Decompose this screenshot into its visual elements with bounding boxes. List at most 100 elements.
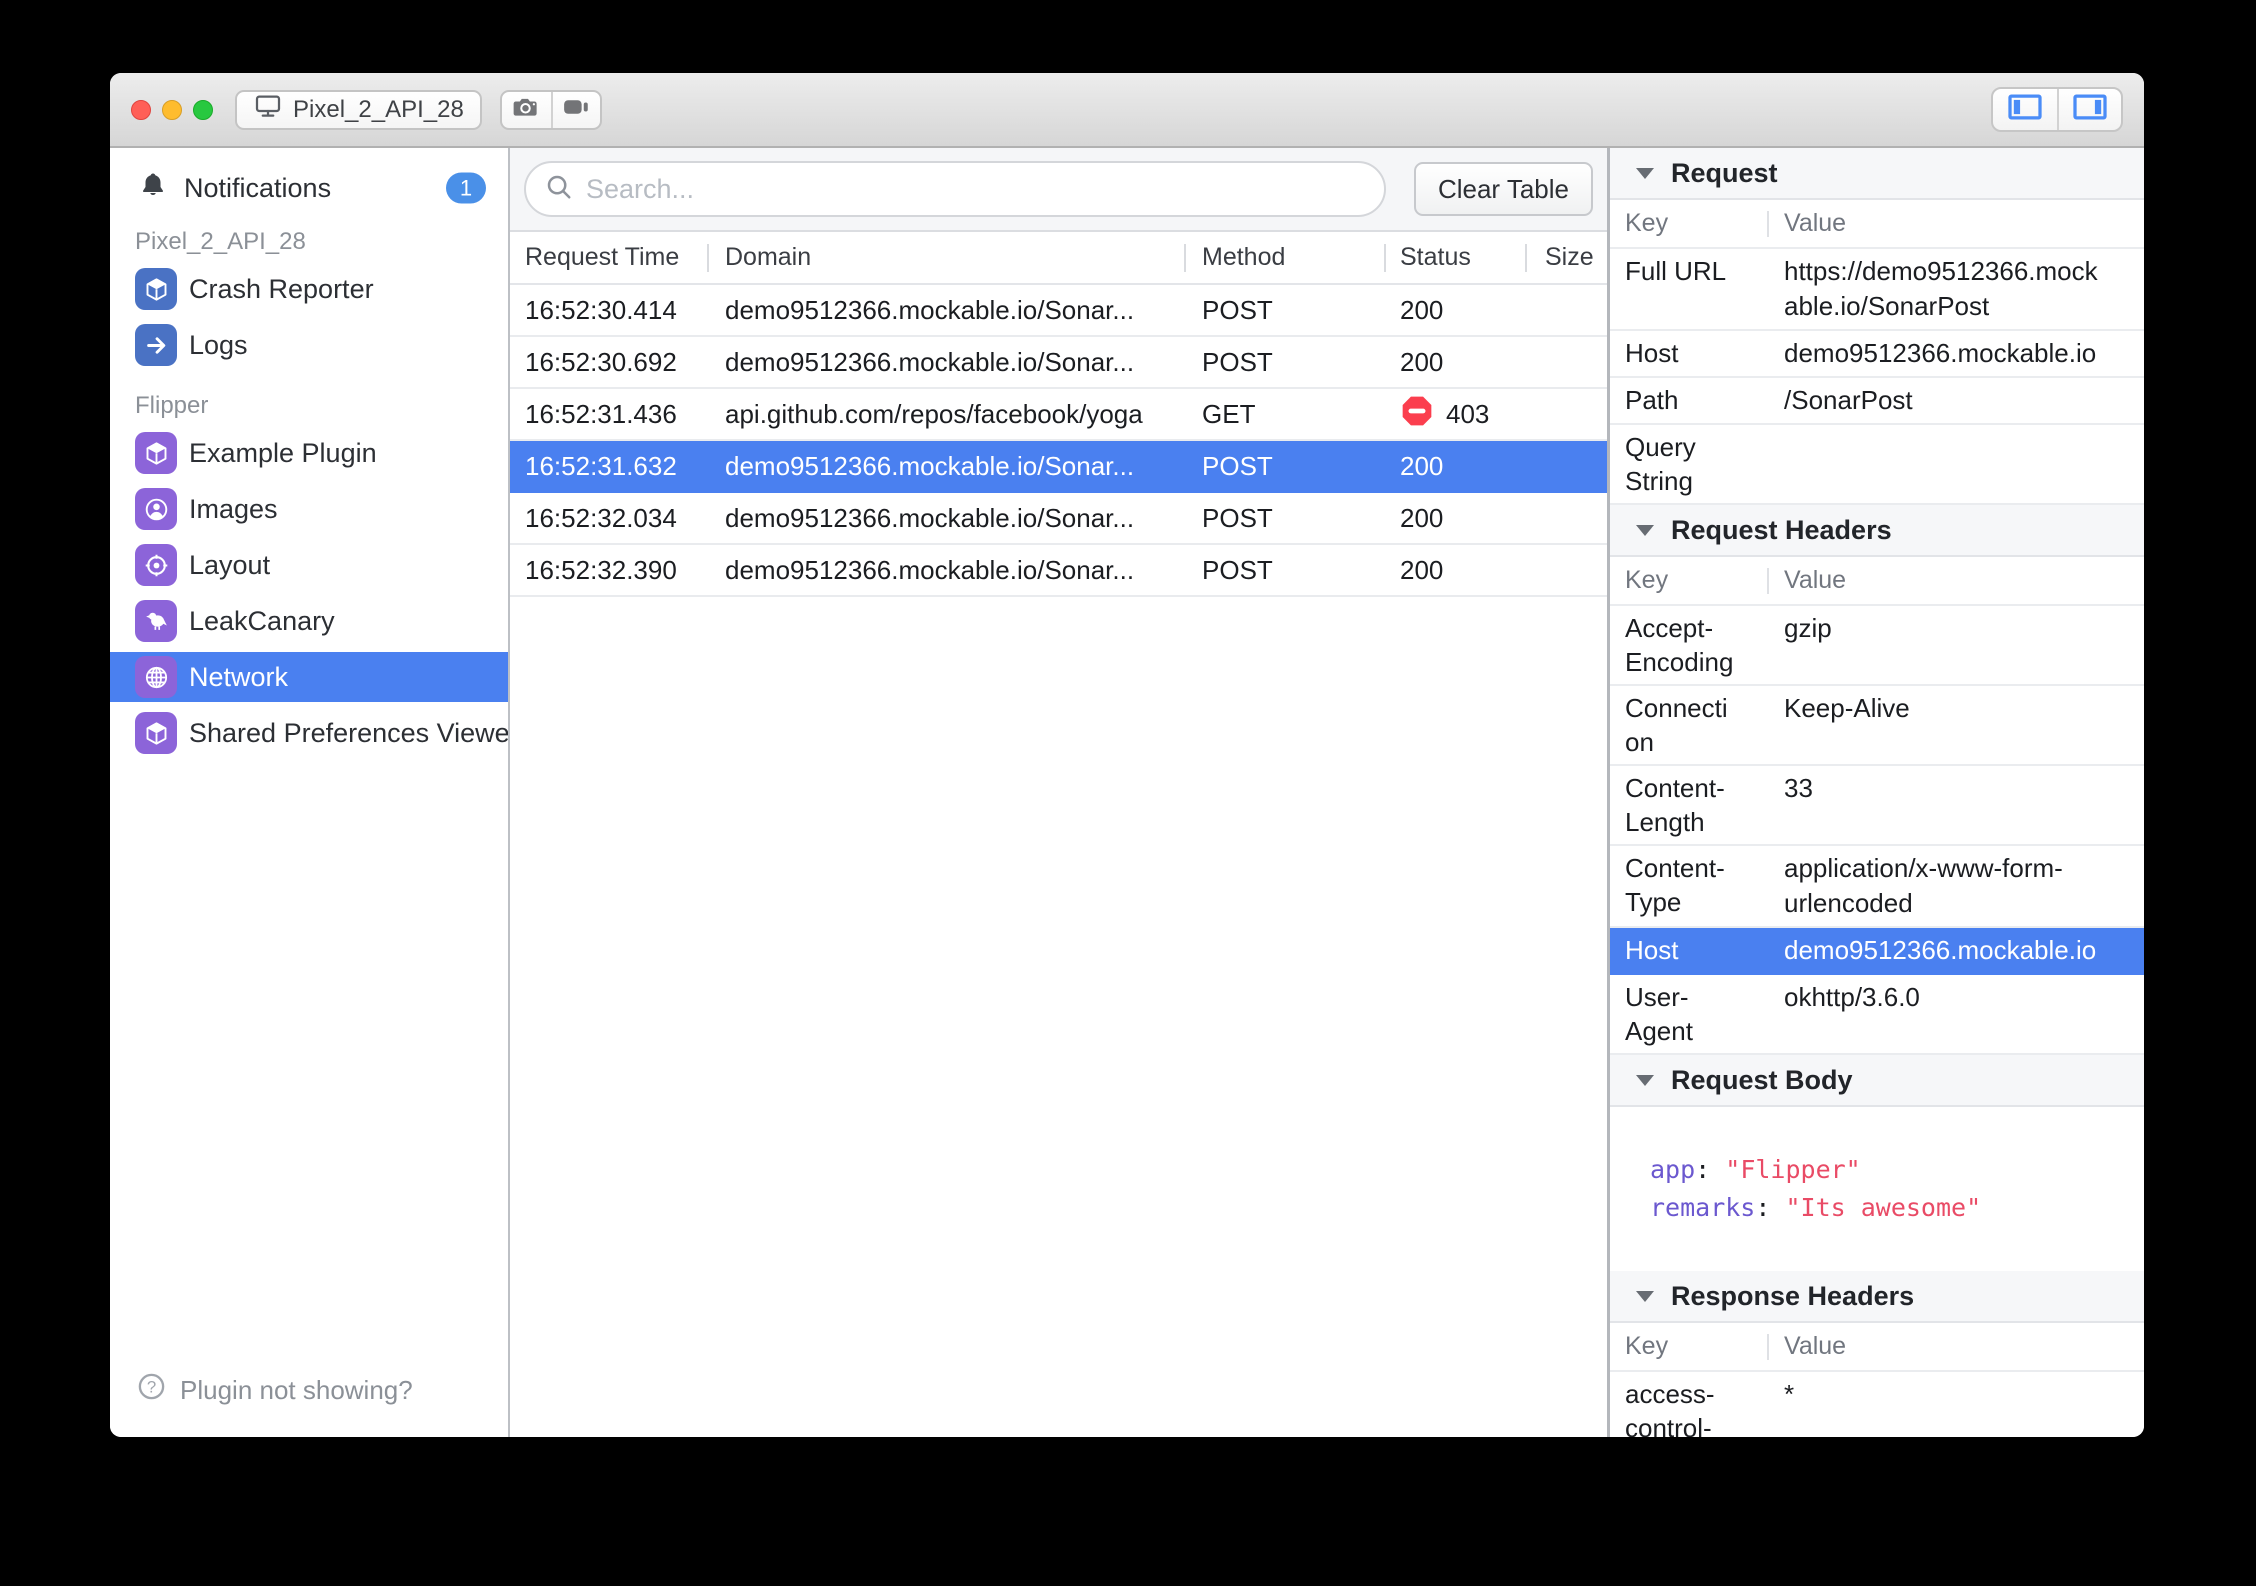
kv-row[interactable]: Query String: [1610, 425, 2144, 505]
kv-row-selected[interactable]: Host demo9512366.mockable.io: [1610, 928, 2144, 975]
table-row[interactable]: 16:52:32.390 demo9512366.mockable.io/Son…: [510, 545, 1607, 597]
kv-value: [1767, 430, 2144, 498]
request-status: 200: [1400, 294, 1444, 325]
sidebar-item-label: Crash Reporter: [189, 273, 374, 304]
sidebar-item-shared-preferences[interactable]: Shared Preferences Viewer: [110, 708, 508, 758]
sidebar-item-label: Example Plugin: [189, 437, 377, 468]
sidebar-item-example-plugin[interactable]: Example Plugin: [110, 428, 508, 478]
request-domain: demo9512366.mockable.io/Sonar...: [725, 346, 1135, 377]
kv-row[interactable]: access-control- *: [1610, 1372, 2144, 1437]
kv-row[interactable]: Host demo9512366.mockable.io: [1610, 331, 2144, 378]
request-method: POST: [1202, 346, 1273, 377]
sidebar-item-leakcanary[interactable]: LeakCanary: [110, 596, 508, 646]
panel-toggle-group: [1991, 87, 2123, 132]
kv-row[interactable]: Full URL https://demo9512366.mockable.io…: [1610, 249, 2144, 331]
section-header-request-headers[interactable]: Request Headers: [1610, 505, 2144, 557]
request-domain: demo9512366.mockable.io/Sonar...: [725, 294, 1135, 325]
arrow-right-icon: [135, 324, 177, 366]
sidebar-item-layout[interactable]: Layout: [110, 540, 508, 590]
question-circle-icon: ?: [136, 1371, 167, 1409]
kv-value: okhttp/3.6.0: [1784, 982, 1920, 1012]
sidebar-item-notifications[interactable]: Notifications 1: [110, 164, 508, 212]
sidebar-item-label: Logs: [189, 329, 248, 360]
toggle-right-sidebar-button[interactable]: [2057, 89, 2121, 130]
plugin-not-showing-link[interactable]: ? Plugin not showing?: [110, 1371, 508, 1437]
device-section-label: Pixel_2_API_28: [135, 228, 306, 255]
table-row[interactable]: 16:52:30.692 demo9512366.mockable.io/Son…: [510, 337, 1607, 389]
request-detail-panel: Request Key Value Full URL https://demo9…: [1610, 148, 2144, 1437]
column-header-method[interactable]: Method: [1184, 232, 1384, 283]
kv-key: Content-Length: [1625, 773, 1725, 837]
section-header-request-body[interactable]: Request Body: [1610, 1055, 2144, 1107]
section-header-request[interactable]: Request: [1610, 148, 2144, 200]
sidebar-item-images[interactable]: Images: [110, 484, 508, 534]
kv-row[interactable]: Content-Type application/x-www-form-urle…: [1610, 846, 2144, 928]
column-header-request-time[interactable]: Request Time: [510, 232, 707, 283]
sidebar-item-label: Layout: [189, 549, 271, 580]
request-method: POST: [1202, 502, 1273, 533]
person-circle-icon: [135, 488, 177, 530]
cube-icon: [135, 268, 177, 310]
request-domain: demo9512366.mockable.io/Sonar...: [725, 502, 1135, 533]
capture-button-group: [499, 89, 602, 130]
notifications-label: Notifications: [184, 172, 332, 203]
clear-table-button[interactable]: Clear Table: [1413, 162, 1593, 216]
sidebar-item-label: Network: [189, 661, 289, 692]
table-row[interactable]: 16:52:32.034 demo9512366.mockable.io/Son…: [510, 493, 1607, 545]
screen-record-button[interactable]: [550, 91, 600, 128]
kv-value: Keep-Alive: [1784, 693, 1910, 723]
key-column-header: Key: [1625, 209, 1669, 237]
kv-row[interactable]: Connection Keep-Alive: [1610, 686, 2144, 766]
sidebar-item-network[interactable]: Network: [110, 652, 508, 702]
search-input[interactable]: [586, 173, 1366, 205]
collapse-caret-icon: [1636, 167, 1654, 179]
kv-row[interactable]: Path /SonarPost: [1610, 378, 2144, 425]
screenshot-button[interactable]: [502, 92, 551, 128]
collapse-caret-icon: [1636, 1074, 1654, 1086]
kv-value: /SonarPost: [1784, 385, 1913, 415]
kv-header: Key Value: [1610, 1323, 2144, 1372]
kv-value: demo9512366.mockable.io: [1784, 338, 2097, 368]
kv-key: Host: [1625, 338, 1679, 368]
column-header-status[interactable]: Status: [1384, 232, 1525, 283]
toggle-left-sidebar-button[interactable]: [1993, 89, 2057, 130]
request-status: 200: [1400, 346, 1444, 377]
table-row[interactable]: 16:52:30.414 demo9512366.mockable.io/Son…: [510, 285, 1607, 337]
kv-key: Content-Type: [1625, 853, 1725, 917]
request-time: 16:52:30.414: [525, 294, 677, 325]
request-status: 200: [1400, 450, 1444, 481]
table-row[interactable]: 16:52:31.436 api.github.com/repos/facebo…: [510, 389, 1607, 441]
kv-row[interactable]: User-Agent okhttp/3.6.0: [1610, 975, 2144, 1055]
kv-row[interactable]: Content-Length 33: [1610, 766, 2144, 846]
column-header-size[interactable]: Size: [1525, 232, 1607, 283]
monitor-icon: [253, 91, 283, 128]
bird-icon: [135, 600, 177, 642]
request-time: 16:52:31.436: [525, 398, 677, 429]
search-box[interactable]: [524, 161, 1386, 217]
kv-value: *: [1784, 1379, 1795, 1409]
error-stop-icon: [1400, 394, 1434, 435]
request-method: POST: [1202, 450, 1273, 481]
request-time: 16:52:30.692: [525, 346, 677, 377]
request-domain: demo9512366.mockable.io/Sonar...: [725, 554, 1135, 585]
minimize-window-button[interactable]: [162, 99, 182, 120]
kv-key: Full URL: [1625, 256, 1727, 286]
kv-row[interactable]: Accept-Encoding gzip: [1610, 606, 2144, 686]
sidebar-item-crash-reporter[interactable]: Crash Reporter: [110, 264, 508, 314]
request-domain: demo9512366.mockable.io/Sonar...: [725, 450, 1135, 481]
column-header-domain[interactable]: Domain: [707, 232, 1184, 283]
kv-key: Accept-Encoding: [1625, 613, 1734, 677]
cube-icon: [135, 432, 177, 474]
kv-value: gzip: [1784, 613, 1832, 643]
kv-value: https://demo9512366.mockable.io/SonarPos…: [1784, 256, 2098, 321]
zoom-window-button[interactable]: [193, 99, 213, 120]
kv-key: Host: [1625, 935, 1679, 965]
sidebar-item-logs[interactable]: Logs: [110, 320, 508, 370]
device-selector-button[interactable]: Pixel_2_API_28: [235, 89, 482, 130]
table-row-selected[interactable]: 16:52:31.632 demo9512366.mockable.io/Son…: [510, 441, 1607, 493]
close-window-button[interactable]: [131, 99, 151, 120]
body-line: app: "Flipper": [1650, 1155, 1861, 1184]
screenshot-canvas: Pixel_2_API_28 Notifications 1 Pixel_2_A…: [0, 0, 2256, 1586]
request-time: 16:52:32.034: [525, 502, 677, 533]
section-header-response-headers[interactable]: Response Headers: [1610, 1271, 2144, 1323]
